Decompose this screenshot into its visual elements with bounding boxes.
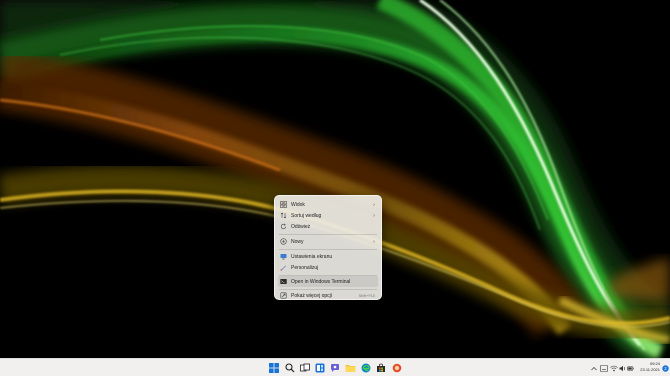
- sort-icon: [279, 211, 288, 220]
- menu-item-label: Personalizuj: [291, 264, 319, 271]
- taskbar-clock[interactable]: 09:24 23.11.2021: [634, 361, 660, 373]
- edge-icon[interactable]: [360, 362, 372, 374]
- task-view-icon[interactable]: [299, 362, 311, 374]
- chat-icon[interactable]: [329, 362, 341, 374]
- menu-item-label: Pokaż więcej opcji: [291, 292, 332, 299]
- menu-item-sort-by[interactable]: Sortuj według ›: [278, 210, 378, 221]
- menu-separator: [279, 249, 377, 250]
- desktop-context-menu: Widok › Sortuj według › Odśwież Nowy › U…: [274, 195, 382, 300]
- menu-item-open-terminal[interactable]: Open in Windows Terminal: [278, 276, 378, 287]
- desktop-wallpaper[interactable]: [0, 0, 670, 358]
- refresh-icon: [279, 222, 288, 231]
- file-explorer-icon[interactable]: [344, 362, 356, 374]
- menu-item-label: Nowy: [291, 238, 304, 245]
- language-icon[interactable]: [599, 363, 608, 373]
- terminal-icon: [279, 277, 288, 286]
- clock-date: 23.11.2021: [640, 367, 660, 372]
- menu-item-display-settings[interactable]: Ustawienia ekranu: [278, 251, 378, 262]
- menu-item-show-more-options[interactable]: Pokaż więcej opcji Shift+F10: [278, 290, 378, 301]
- wifi-icon[interactable]: [609, 363, 618, 373]
- new-icon: [279, 237, 288, 246]
- personalize-icon: [279, 263, 288, 272]
- search-icon[interactable]: [284, 362, 296, 374]
- store-icon[interactable]: [375, 362, 387, 374]
- display-settings-icon: [279, 252, 288, 261]
- chevron-right-icon: ›: [373, 212, 375, 219]
- notification-icon[interactable]: 2: [661, 363, 669, 373]
- menu-item-personalize[interactable]: Personalizuj: [278, 262, 378, 273]
- battery-icon[interactable]: [626, 363, 634, 373]
- view-icon: [279, 200, 288, 209]
- chevron-up-icon[interactable]: [590, 363, 598, 373]
- taskbar: 09:24 23.11.2021 2: [0, 358, 670, 376]
- menu-item-label: Odśwież: [291, 223, 311, 230]
- menu-item-refresh[interactable]: Odśwież: [278, 221, 378, 232]
- menu-item-label: Ustawienia ekranu: [291, 253, 333, 260]
- chevron-right-icon: ›: [373, 201, 375, 208]
- other-app-icon[interactable]: [391, 362, 403, 374]
- menu-separator: [279, 234, 377, 235]
- chevron-right-icon: ›: [373, 238, 375, 245]
- menu-item-label: Widok: [291, 201, 305, 208]
- widgets-icon[interactable]: [314, 362, 326, 374]
- menu-item-view[interactable]: Widok ›: [278, 199, 378, 210]
- more-options-icon: [279, 291, 288, 300]
- menu-item-new[interactable]: Nowy ›: [278, 236, 378, 247]
- start-icon[interactable]: [268, 362, 280, 374]
- shortcut-text: Shift+F10: [358, 293, 375, 298]
- menu-item-label: Open in Windows Terminal: [291, 278, 351, 285]
- menu-item-label: Sortuj według: [291, 212, 322, 219]
